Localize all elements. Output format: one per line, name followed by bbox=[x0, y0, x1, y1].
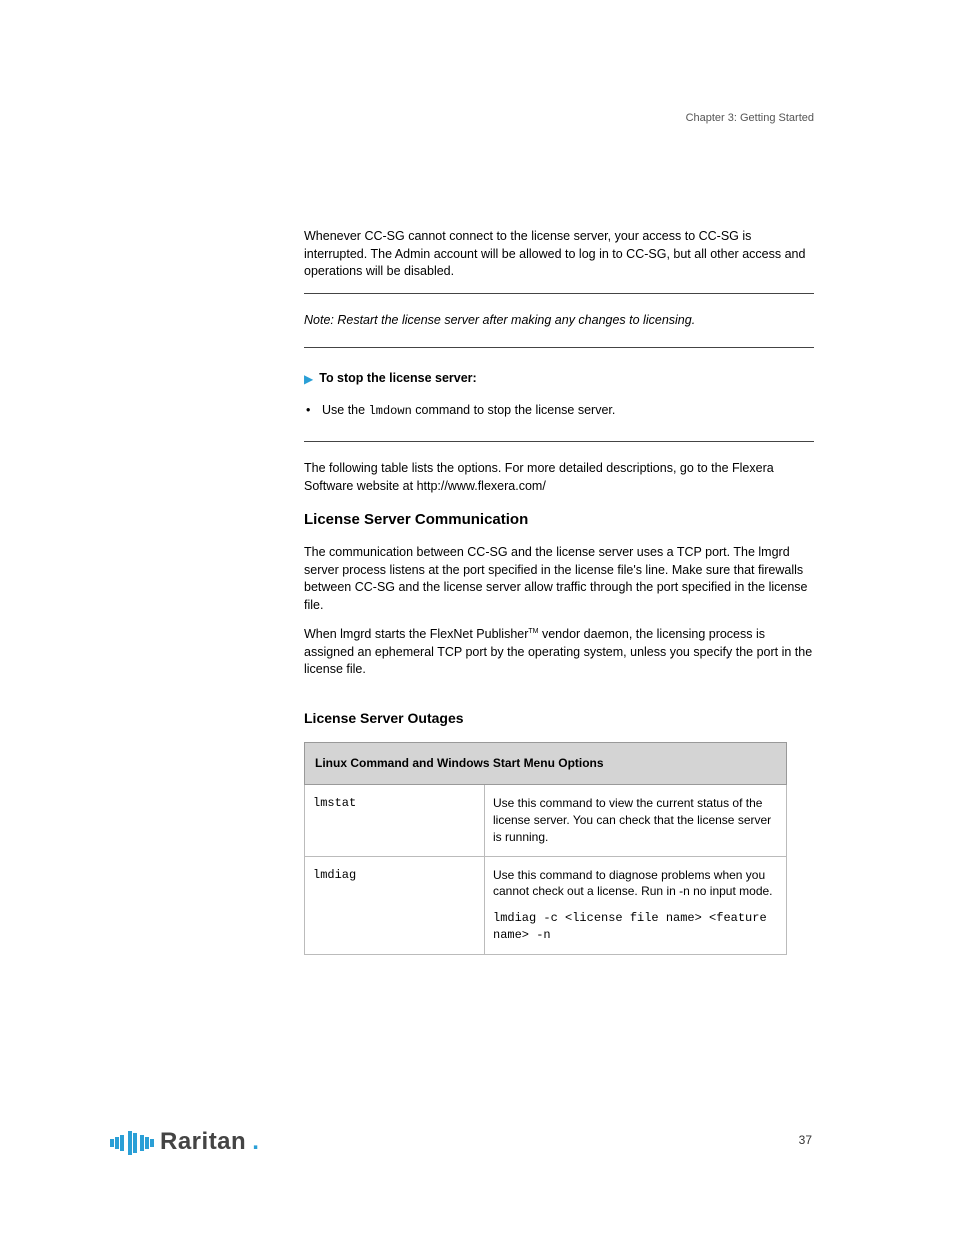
horizontal-rule bbox=[304, 293, 814, 294]
description-cell: Use this command to view the current sta… bbox=[485, 785, 787, 856]
bullet-marker: • bbox=[304, 402, 322, 420]
communication-paragraph-2: When lmgrd starts the FlexNet PublisherT… bbox=[304, 626, 814, 679]
main-content: Whenever CC-SG cannot connect to the lic… bbox=[304, 228, 814, 955]
table-row: lmdiag Use this command to diagnose prob… bbox=[305, 856, 787, 954]
note-text: Note: Restart the license server after m… bbox=[304, 312, 814, 330]
command-cell: lmstat bbox=[305, 785, 485, 856]
trademark-symbol: TM bbox=[528, 628, 538, 635]
section-heading-communication: License Server Communication bbox=[304, 509, 814, 530]
table-header: Linux Command and Windows Start Menu Opt… bbox=[305, 743, 787, 785]
logo-text: Raritan bbox=[160, 1128, 246, 1156]
arrow-icon: ▶ bbox=[304, 373, 313, 385]
bullet-item: • Use the lmdown command to stop the lic… bbox=[304, 402, 814, 420]
table-row: lmstat Use this command to view the curr… bbox=[305, 785, 787, 856]
logo-dot: . bbox=[252, 1128, 259, 1156]
description-cell: Use this command to diagnose problems wh… bbox=[485, 856, 787, 954]
section-heading-outages: License Server Outages bbox=[304, 709, 814, 729]
chapter-label: Chapter 3: Getting Started bbox=[686, 112, 814, 124]
command-cell: lmdiag bbox=[305, 856, 485, 954]
logo-icon bbox=[110, 1127, 154, 1157]
commands-table: Linux Command and Windows Start Menu Opt… bbox=[304, 742, 787, 954]
flexera-paragraph: The following table lists the options. F… bbox=[304, 460, 814, 495]
command-text: lmdown bbox=[369, 404, 412, 418]
to-stop-label: To stop the license server: bbox=[319, 370, 476, 388]
bullet-text: Use the lmdown command to stop the licen… bbox=[322, 402, 814, 420]
code-sample: lmdiag -c <license file name> <feature n… bbox=[493, 910, 778, 944]
page-number: 37 bbox=[799, 1133, 812, 1147]
horizontal-rule bbox=[304, 441, 814, 442]
to-stop-heading: ▶ To stop the license server: bbox=[304, 370, 814, 388]
intro-paragraph: Whenever CC-SG cannot connect to the lic… bbox=[304, 228, 814, 281]
communication-paragraph-1: The communication between CC-SG and the … bbox=[304, 544, 814, 614]
horizontal-rule bbox=[304, 347, 814, 348]
flexera-url: http://www.flexera.com/ bbox=[417, 479, 546, 493]
raritan-logo: Raritan. bbox=[110, 1127, 259, 1157]
